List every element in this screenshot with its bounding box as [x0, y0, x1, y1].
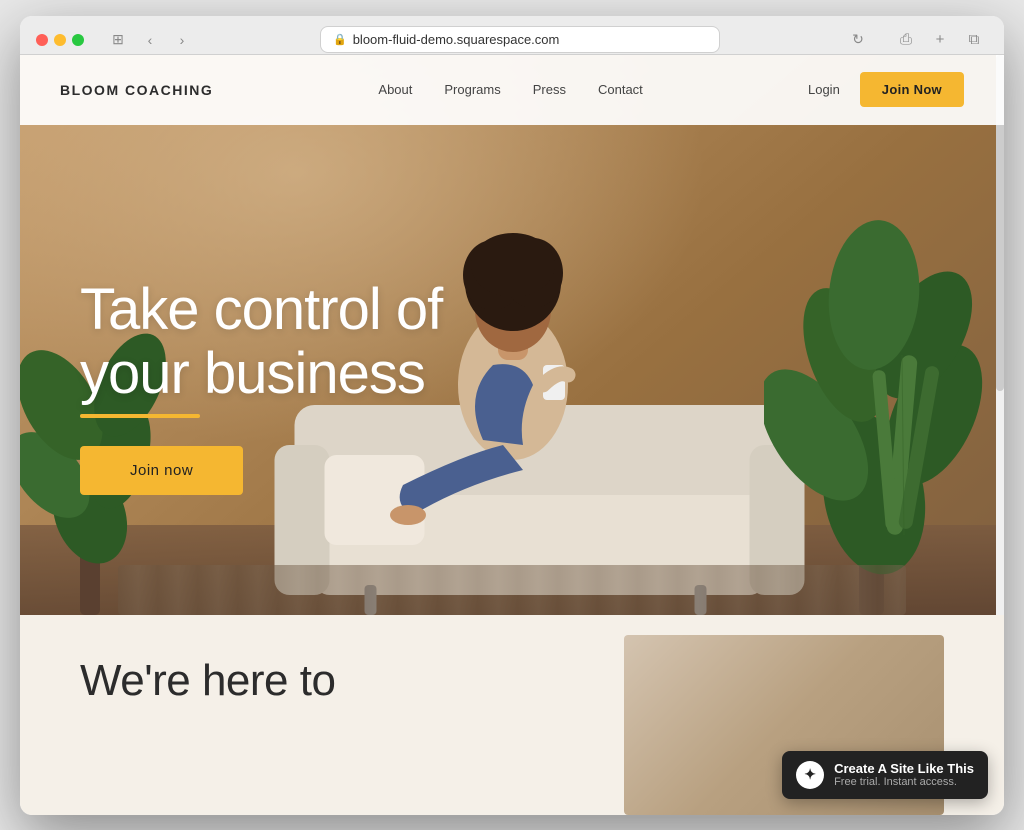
- headline-line2: your business: [80, 341, 425, 406]
- nav-press[interactable]: Press: [533, 82, 566, 97]
- nav-contact[interactable]: Contact: [598, 82, 643, 97]
- sidebar-toggle-button[interactable]: ⊞: [104, 26, 132, 54]
- headline-line1: Take control of: [80, 277, 442, 342]
- back-button[interactable]: ‹: [136, 26, 164, 54]
- navbar: BLOOM COACHING About Programs Press Cont…: [20, 55, 1004, 125]
- squarespace-badge[interactable]: ✦ Create A Site Like This Free trial. In…: [782, 751, 988, 799]
- browser-chrome: ⊞ ‹ › 🔒 bloom-fluid-demo.squarespace.com…: [20, 16, 1004, 55]
- hero-underline: [80, 414, 200, 418]
- duplicate-button[interactable]: ⧉: [960, 26, 988, 54]
- nav-programs[interactable]: Programs: [444, 82, 500, 97]
- close-button[interactable]: [36, 34, 48, 46]
- scrollbar-track: [996, 55, 1004, 615]
- nav-about[interactable]: About: [378, 82, 412, 97]
- hero-cta-button[interactable]: Join now: [80, 446, 243, 495]
- traffic-lights: [36, 34, 84, 46]
- logo: BLOOM COACHING: [60, 82, 213, 98]
- badge-sub-text: Free trial. Instant access.: [834, 776, 974, 788]
- browser-actions: ⎙ + ⧉: [892, 26, 988, 54]
- nav-right: Login Join Now: [808, 72, 964, 107]
- browser-navigation: ⊞ ‹ ›: [104, 26, 196, 54]
- address-bar[interactable]: 🔒 bloom-fluid-demo.squarespace.com: [320, 26, 720, 53]
- maximize-button[interactable]: [72, 34, 84, 46]
- plant-right-svg: [764, 155, 984, 615]
- forward-button[interactable]: ›: [168, 26, 196, 54]
- section-heading: We're here to: [80, 655, 335, 708]
- url-text: bloom-fluid-demo.squarespace.com: [353, 32, 560, 47]
- hero-section: BLOOM COACHING About Programs Press Cont…: [20, 55, 1004, 615]
- login-link[interactable]: Login: [808, 82, 840, 97]
- new-tab-button[interactable]: +: [926, 26, 954, 54]
- reload-button[interactable]: ↻: [844, 26, 872, 54]
- share-button[interactable]: ⎙: [892, 26, 920, 54]
- squarespace-icon: ✦: [796, 761, 824, 789]
- nav-links: About Programs Press Contact: [378, 81, 642, 99]
- badge-text: Create A Site Like This Free trial. Inst…: [834, 761, 974, 788]
- website-content: BLOOM COACHING About Programs Press Cont…: [20, 55, 1004, 815]
- badge-main-text: Create A Site Like This: [834, 761, 974, 776]
- hero-headline: Take control of your business: [80, 278, 442, 406]
- hero-content: Take control of your business Join now: [80, 278, 442, 495]
- rug: [118, 565, 905, 615]
- join-now-button[interactable]: Join Now: [860, 72, 964, 107]
- minimize-button[interactable]: [54, 34, 66, 46]
- browser-window: ⊞ ‹ › 🔒 bloom-fluid-demo.squarespace.com…: [20, 16, 1004, 815]
- lock-icon: 🔒: [333, 33, 347, 46]
